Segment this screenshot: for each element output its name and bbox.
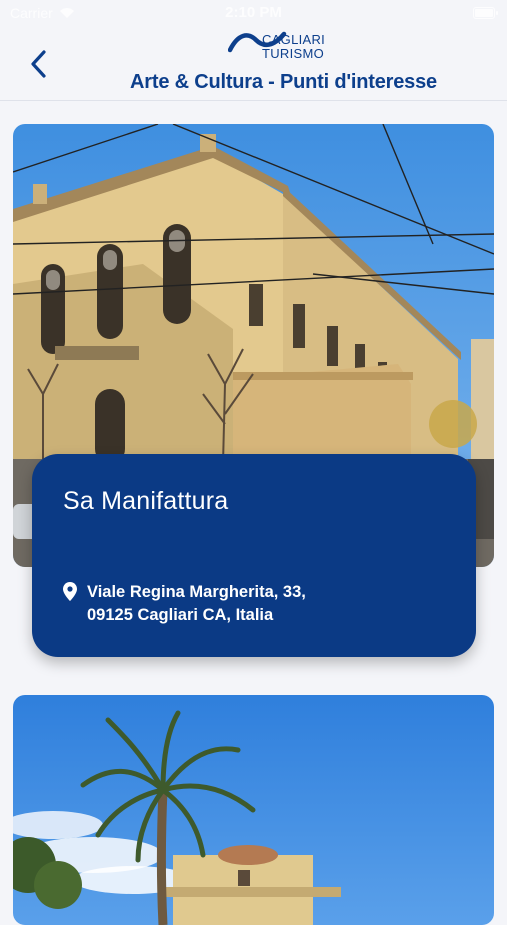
address-line2: 09125 Cagliari CA, Italia (87, 606, 274, 624)
palm-photo (13, 695, 494, 925)
place-name: Sa Manifattura (63, 487, 229, 515)
logo-line2: TURISMO (262, 46, 325, 61)
status-bar: Carrier 2:10 PM (0, 0, 507, 26)
place-card-image-2[interactable] (13, 695, 494, 925)
address-line1: Viale Regina Margherita, 33, (87, 583, 306, 601)
status-time: 2:10 PM (225, 4, 282, 21)
location-pin-icon (63, 582, 77, 606)
logo-line1: CAGLIARI (262, 32, 326, 47)
battery-icon (473, 7, 498, 19)
page-title: Arte & Cultura - Punti d'interesse (130, 71, 437, 93)
place-address: Viale Regina Margherita, 33, 09125 Cagli… (63, 581, 407, 627)
cagliari-turismo-logo: CAGLIARI TURISMO (228, 30, 338, 68)
place-info-card[interactable]: Sa Manifattura Viale Regina Margherita, … (32, 454, 476, 657)
